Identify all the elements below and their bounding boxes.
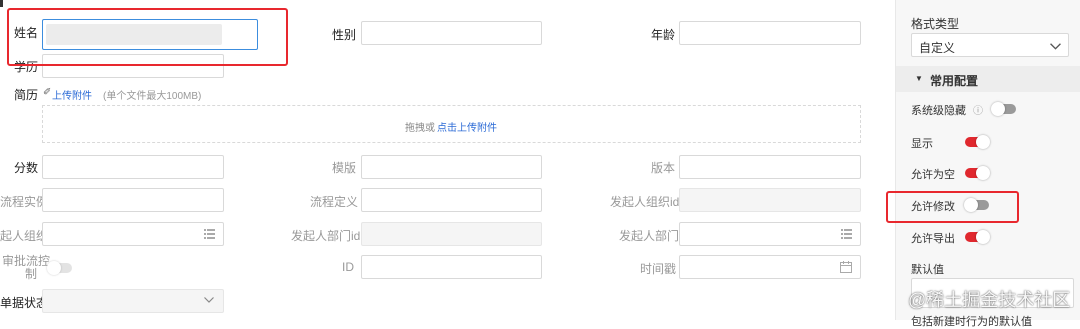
timestamp-label: 时间戳 <box>640 262 677 276</box>
toggle-system-hide[interactable] <box>991 102 1016 116</box>
initiator-dept-id-input[interactable] <box>361 222 542 246</box>
initiator-dept-label: 发起人部门 <box>619 229 680 243</box>
upload-dropzone[interactable]: 拖拽或 点击上传附件 <box>42 105 861 143</box>
process-definition-input[interactable] <box>361 188 542 212</box>
process-definition-label: 流程定义 <box>310 195 359 209</box>
doc-status-label: 单据状态 <box>0 296 49 310</box>
dropzone-upload-link[interactable]: 点击上传附件 <box>437 119 497 134</box>
settings-panel: 格式类型 自定义 ▼ 常用配置 系统级隐藏 ⓘ 显示 允许为空 允许修改 允许导… <box>895 0 1080 328</box>
setting-label-allow-empty: 允许为空 <box>911 169 955 181</box>
upload-size-hint: (单个文件最大100MB) <box>103 91 202 102</box>
highlight-box-name <box>7 8 288 66</box>
calendar-icon <box>840 261 852 273</box>
initiator-org-label: 起人组织 <box>0 229 49 243</box>
setting-label-allow-export: 允许导出 <box>911 233 955 245</box>
default-on-create-label: 包括新建时行为的默认值 <box>911 316 1032 328</box>
version-input[interactable] <box>679 155 861 179</box>
process-instance-input[interactable] <box>42 188 224 212</box>
template-label: 模版 <box>332 161 357 175</box>
toggle-allow-empty[interactable] <box>965 166 990 180</box>
score-label: 分数 <box>14 161 39 175</box>
process-instance-label: 流程实例 <box>0 195 49 209</box>
age-input[interactable] <box>679 21 861 45</box>
list-icon <box>204 229 215 239</box>
dropzone-text: 拖拽或 <box>405 123 435 134</box>
id-input[interactable] <box>361 255 542 279</box>
format-type-value: 自定义 <box>919 41 956 55</box>
chevron-down-icon <box>204 297 214 303</box>
help-icon[interactable]: ⓘ <box>973 102 983 117</box>
timestamp-picker[interactable] <box>679 255 861 279</box>
age-label: 年龄 <box>651 28 676 42</box>
resume-label: 简历 <box>14 88 39 102</box>
template-input[interactable] <box>361 155 542 179</box>
chevron-down-icon <box>1050 43 1061 50</box>
common-config-section-header[interactable]: ▼ 常用配置 <box>896 66 1080 92</box>
watermark-text: @稀土掘金技术社区 <box>908 290 1071 310</box>
initiator-dept-id-label: 发起人部门id <box>291 229 361 243</box>
common-config-title: 常用配置 <box>930 74 979 88</box>
setting-label-show: 显示 <box>911 138 933 150</box>
gender-input[interactable] <box>361 21 542 45</box>
initiator-org-id-input[interactable] <box>679 188 861 212</box>
gender-label: 性别 <box>332 28 357 42</box>
initiator-org-id-label: 发起人组织id <box>610 195 680 209</box>
toggle-allow-export[interactable] <box>965 230 990 244</box>
list-icon <box>841 229 852 239</box>
approval-control-label-line2: 制 <box>25 267 38 281</box>
initiator-org-select[interactable] <box>42 222 224 246</box>
upload-attachment-link[interactable]: 上传附件 <box>52 87 92 102</box>
doc-status-select[interactable] <box>42 289 224 313</box>
id-label: ID <box>342 260 354 274</box>
paperclip-icon: ✐ <box>43 87 52 98</box>
approval-control-toggle[interactable] <box>47 261 72 275</box>
toggle-show[interactable] <box>965 135 990 149</box>
default-value-label: 默认值 <box>911 264 944 276</box>
initiator-dept-select[interactable] <box>679 222 861 246</box>
left-edge-marker <box>0 0 3 7</box>
highlight-box-allow-edit <box>886 191 1019 223</box>
format-type-select[interactable]: 自定义 <box>911 33 1069 57</box>
format-type-label: 格式类型 <box>911 17 960 31</box>
caret-down-icon: ▼ <box>915 74 923 83</box>
version-label: 版本 <box>651 161 676 175</box>
setting-label-system-hide: 系统级隐藏 <box>911 105 966 117</box>
score-input[interactable] <box>42 155 224 179</box>
